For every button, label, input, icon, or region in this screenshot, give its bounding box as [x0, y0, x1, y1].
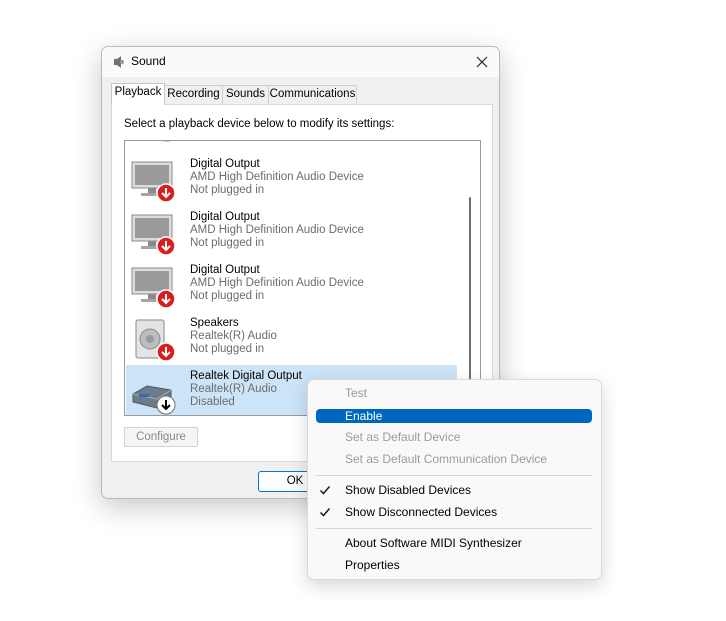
scrolled-device-icon — [162, 141, 172, 142]
device-name: Digital Output — [190, 158, 260, 170]
device-item[interactable]: Speakers Realtek(R) Audio Not plugged in — [126, 312, 457, 365]
speaker-title-icon — [114, 56, 124, 68]
device-status: Disabled — [190, 396, 235, 408]
instruction-text: Select a playback device below to modify… — [124, 118, 395, 130]
device-item[interactable]: Digital Output AMD High Definition Audio… — [126, 206, 457, 259]
scroll-thumb[interactable] — [469, 197, 471, 387]
device-status: Not plugged in — [190, 343, 265, 355]
device-driver: AMD High Definition Audio Device — [190, 171, 364, 183]
menu-separator — [316, 528, 592, 529]
device-name: Digital Output — [190, 264, 260, 276]
device-item[interactable]: Digital Output AMD High Definition Audio… — [126, 259, 457, 312]
menu-item-show-disconnected[interactable]: Show Disconnected Devices — [316, 504, 592, 521]
speaker-icon — [135, 319, 176, 362]
tab-communications[interactable]: Communications — [268, 85, 357, 104]
device-driver: Realtek(R) Audio — [190, 383, 277, 395]
device-list[interactable]: Digital Output AMD High Definition Audio… — [124, 140, 481, 416]
device-status: Not plugged in — [190, 184, 265, 196]
menu-item-show-disabled[interactable]: Show Disabled Devices — [316, 482, 592, 499]
vertical-scrollbar[interactable] — [462, 141, 480, 415]
device-name: Digital Output — [190, 211, 260, 223]
device-name: Speakers — [190, 317, 239, 329]
tab-recording[interactable]: Recording — [164, 85, 223, 104]
device-status: Not plugged in — [190, 290, 265, 302]
menu-item-label: About Software MIDI Synthesizer — [345, 536, 522, 550]
device-name: Realtek Digital Output — [190, 370, 302, 382]
title-bar[interactable]: Sound — [102, 47, 499, 77]
menu-item-properties[interactable]: Properties — [316, 557, 592, 574]
monitor-icon — [131, 214, 176, 256]
menu-item-set-default-device[interactable]: Set as Default Device — [316, 429, 592, 446]
menu-item-label: Set as Default Device — [345, 430, 461, 444]
menu-item-label: Enable — [345, 409, 383, 423]
device-context-menu: Test Enable Set as Default Device Set as… — [307, 379, 602, 580]
monitor-icon — [131, 161, 176, 203]
menu-item-label: Test — [345, 386, 368, 400]
checkmark-icon — [319, 508, 331, 517]
menu-item-label: Show Disabled Devices — [345, 483, 472, 497]
monitor-icon — [131, 267, 176, 309]
menu-item-label: Set as Default Communication Device — [345, 452, 548, 466]
menu-item-test[interactable]: Test — [316, 385, 592, 402]
menu-item-set-default-communication[interactable]: Set as Default Communication Device — [316, 451, 592, 468]
checkmark-icon — [319, 486, 331, 495]
menu-item-about-midi[interactable]: About Software MIDI Synthesizer — [316, 535, 592, 552]
close-icon — [476, 56, 488, 68]
close-button[interactable] — [465, 47, 499, 77]
device-driver: AMD High Definition Audio Device — [190, 277, 364, 289]
device-driver: AMD High Definition Audio Device — [190, 224, 364, 236]
device-status: Not plugged in — [190, 237, 265, 249]
configure-button[interactable]: Configure — [124, 427, 198, 447]
digital-output-device-icon — [132, 385, 176, 415]
window-title: Sound — [131, 54, 166, 68]
tab-playback[interactable]: Playback — [111, 83, 165, 105]
tab-sounds[interactable]: Sounds — [222, 85, 269, 104]
device-item[interactable]: Digital Output AMD High Definition Audio… — [126, 153, 457, 206]
device-driver: Realtek(R) Audio — [190, 330, 277, 342]
menu-item-enable[interactable]: Enable — [316, 409, 592, 423]
menu-separator — [316, 475, 592, 476]
menu-item-label: Show Disconnected Devices — [345, 505, 498, 519]
menu-item-label: Properties — [345, 558, 400, 572]
